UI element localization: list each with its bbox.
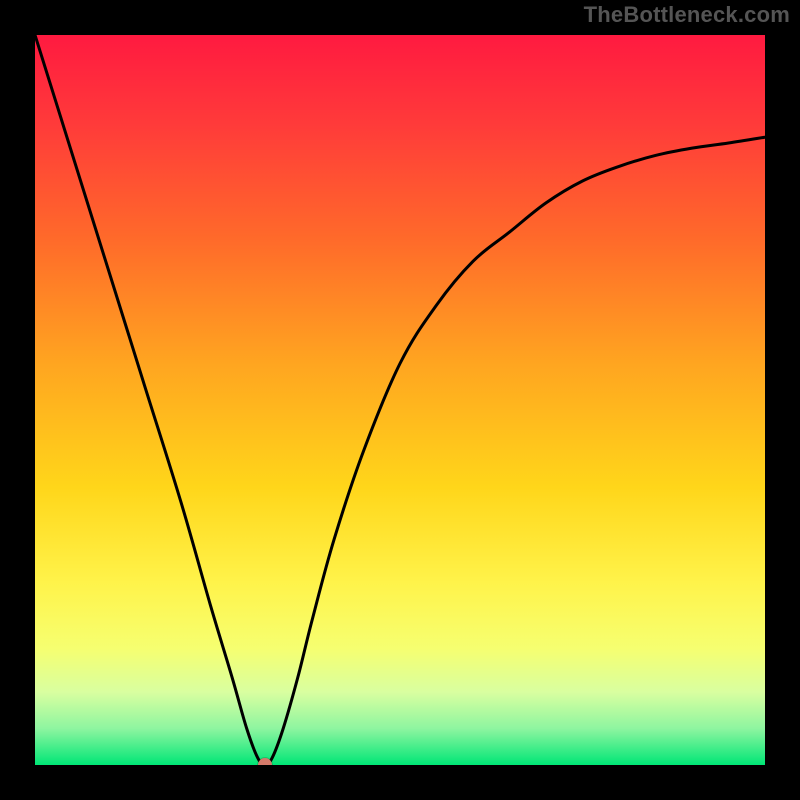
chart-frame: TheBottleneck.com — [0, 0, 800, 800]
curve-svg — [35, 35, 765, 765]
bottleneck-curve — [35, 35, 765, 765]
watermark-text: TheBottleneck.com — [584, 2, 790, 28]
optimal-point-marker — [258, 758, 272, 765]
plot-area — [35, 35, 765, 765]
